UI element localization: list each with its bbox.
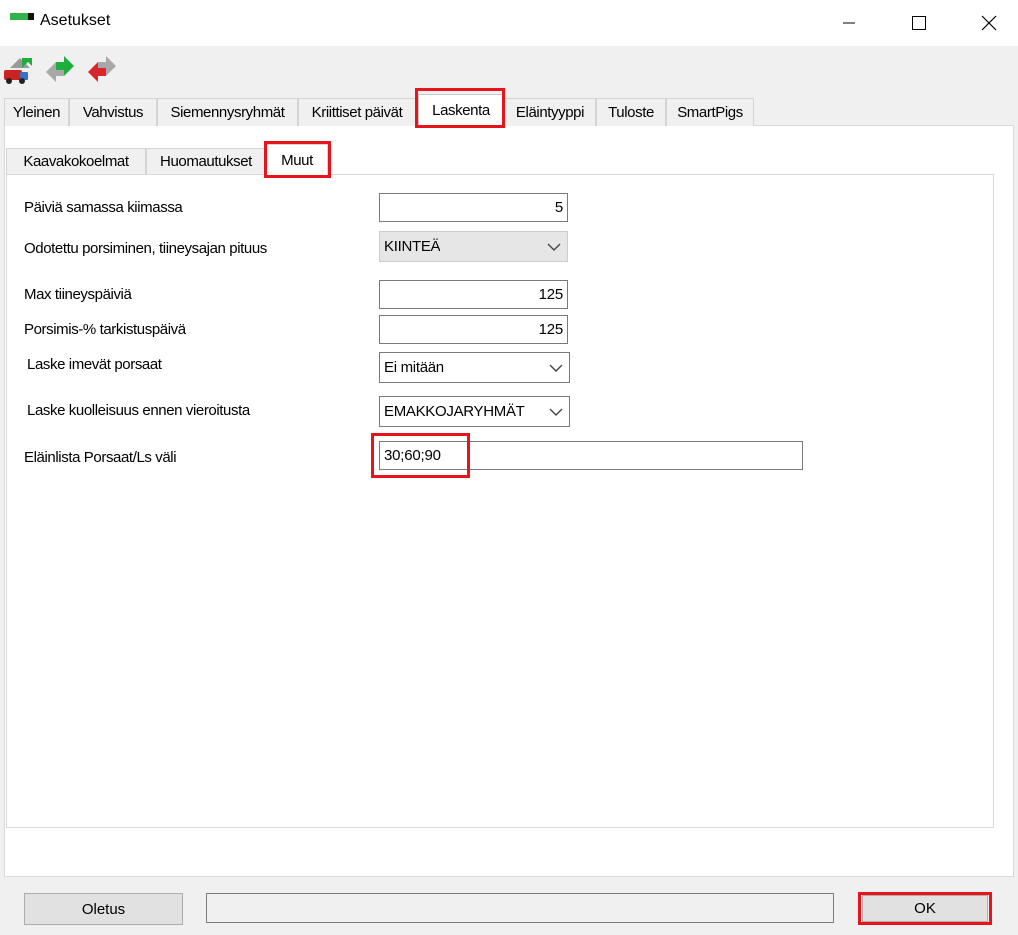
oletus-button[interactable]: Oletus xyxy=(24,893,183,925)
ok-button[interactable]: OK xyxy=(862,895,988,922)
max-tiineyspaivia-input[interactable]: 125 xyxy=(379,280,568,309)
porsimis-tarkistuspaiva-input[interactable]: 125 xyxy=(379,315,568,344)
laske-imevat-label: Laske imevät porsaat xyxy=(27,356,162,373)
green-arrows-button[interactable] xyxy=(42,52,78,88)
minimize-button[interactable] xyxy=(826,0,872,46)
close-icon xyxy=(981,15,997,31)
close-button[interactable] xyxy=(966,0,1012,46)
laske-kuolleisuus-select[interactable]: EMAKKOJARYHMÄT xyxy=(379,396,570,427)
paivia-samassa-kiimassa-label: Päiviä samassa kiimassa xyxy=(24,199,183,216)
odotettu-porsiminen-select[interactable]: KIINTEÄ xyxy=(379,231,568,262)
odotettu-porsiminen-label: Odotettu porsiminen, tiineysajan pituus xyxy=(24,240,267,257)
maximize-icon xyxy=(912,16,926,30)
red-arrows-icon xyxy=(88,56,116,82)
tab-kaavakokoelmat[interactable]: Kaavakokoelmat xyxy=(6,148,146,174)
laske-kuolleisuus-value: EMAKKOJARYHMÄT xyxy=(384,403,525,420)
toolbar xyxy=(0,46,1018,94)
chevron-down-icon xyxy=(547,243,561,251)
status-field xyxy=(206,893,834,923)
chevron-down-icon xyxy=(549,408,563,416)
muut-panel xyxy=(6,174,994,828)
chevron-down-icon xyxy=(549,364,563,372)
tab-tuloste[interactable]: Tuloste xyxy=(596,98,666,126)
tab-yleinen[interactable]: Yleinen xyxy=(4,98,69,126)
green-arrows-icon xyxy=(46,56,74,82)
elainlista-label: Eläinlista Porsaat/Ls väli xyxy=(24,449,177,466)
truck-import-icon xyxy=(4,58,32,84)
tab-muut[interactable]: Muut xyxy=(266,144,328,175)
tab-huomautukset[interactable]: Huomautukset xyxy=(146,148,266,174)
paivia-samassa-kiimassa-input[interactable]: 5 xyxy=(379,193,568,222)
laske-kuolleisuus-label: Laske kuolleisuus ennen vieroitusta xyxy=(27,402,250,419)
minimize-icon xyxy=(843,22,855,24)
max-tiineyspaivia-label: Max tiineyspäiviä xyxy=(24,286,132,303)
elainlista-input[interactable]: 30;60;90 xyxy=(379,441,803,470)
odotettu-porsiminen-value: KIINTEÄ xyxy=(384,238,441,255)
tab-vahvistus[interactable]: Vahvistus xyxy=(69,98,157,126)
porsimis-tarkistuspaiva-label: Porsimis-% tarkistuspäivä xyxy=(24,321,186,338)
tab-laskenta[interactable]: Laskenta xyxy=(418,94,504,126)
truck-import-button[interactable] xyxy=(2,52,38,88)
app-logo-icon xyxy=(10,13,34,20)
tab-elaintyyppi[interactable]: Eläintyyppi xyxy=(504,98,596,126)
laske-imevat-select[interactable]: Ei mitään xyxy=(379,352,570,383)
tab-kriittiset-paivat[interactable]: Kriittiset päivät xyxy=(298,98,416,126)
tab-siemennysryhmat[interactable]: Siemennysryhmät xyxy=(157,98,298,126)
window-title: Asetukset xyxy=(40,12,111,29)
red-arrows-button[interactable] xyxy=(84,52,120,88)
title-bar: Asetukset xyxy=(0,0,1018,46)
tab-smartpigs[interactable]: SmartPigs xyxy=(666,98,754,126)
maximize-button[interactable] xyxy=(896,0,942,46)
laske-imevat-value: Ei mitään xyxy=(384,359,444,376)
